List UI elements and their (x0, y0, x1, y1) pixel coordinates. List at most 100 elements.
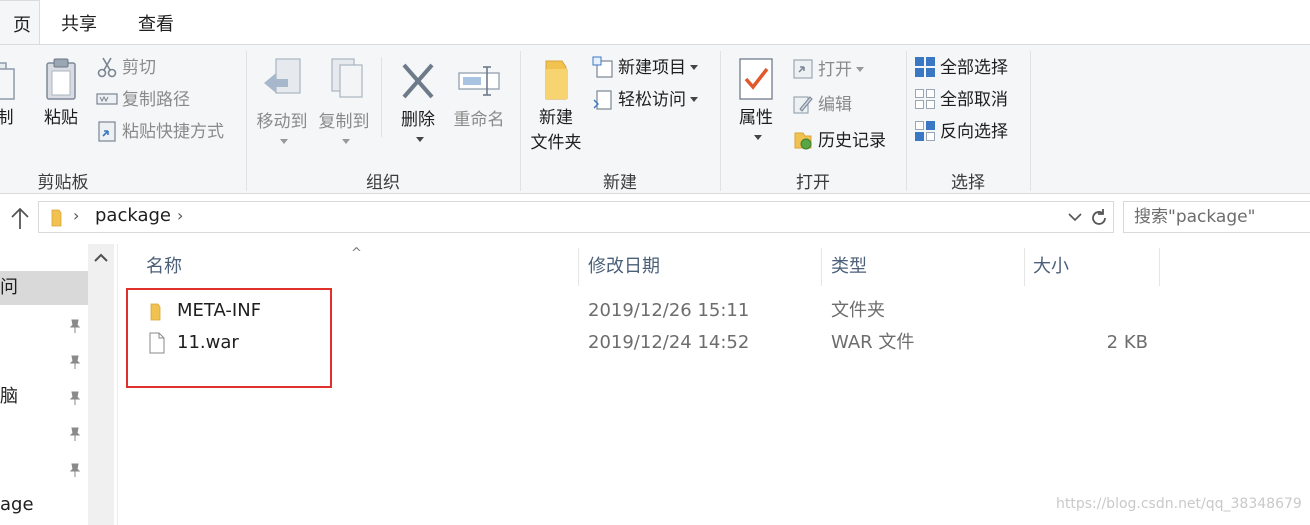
properties-button[interactable]: 属性 (728, 57, 784, 148)
column-header-size[interactable]: 大小 (1033, 244, 1069, 286)
new-folder-button[interactable]: 新建 文件夹 (526, 57, 586, 153)
paste-label: 粘贴 (44, 108, 78, 128)
edit-button[interactable]: 编辑 (792, 91, 852, 119)
copy-path-label: 复制路径 (122, 90, 190, 110)
easy-access-label: 轻松访问 (618, 90, 686, 110)
history-button[interactable]: 历史记录 (792, 127, 886, 155)
rename-icon (458, 66, 500, 96)
column-header-date[interactable]: 修改日期 (588, 244, 660, 286)
button-separator (381, 57, 382, 137)
pin-icon (69, 427, 81, 441)
edit-label: 编辑 (818, 95, 852, 115)
invert-selection-button[interactable]: 反向选择 (914, 118, 1008, 146)
organize-group-label: 组织 (366, 173, 400, 193)
pin-icon (69, 391, 81, 405)
chevron-up-icon (94, 253, 108, 262)
delete-button[interactable]: 删除 (393, 59, 443, 150)
pin-icon (69, 355, 81, 369)
new-folder-label-1: 新建 (539, 108, 573, 128)
chevron-down-icon[interactable] (1067, 211, 1083, 223)
easy-access-button[interactable]: 轻松访问 (592, 86, 698, 114)
nav-scrollbar[interactable] (88, 244, 114, 525)
file-size (1028, 295, 1148, 327)
new-item-label: 新建项目 (618, 58, 686, 78)
chevron-down-icon (280, 139, 288, 144)
column-separator[interactable] (1159, 248, 1160, 286)
file-date: 2019/12/26 15:11 (588, 300, 750, 321)
scissors-icon (97, 57, 117, 78)
pin-icon (69, 463, 81, 477)
column-separator[interactable] (578, 248, 579, 286)
scroll-up-button[interactable] (88, 244, 114, 272)
breadcrumb-package[interactable]: package (95, 205, 171, 226)
chevron-down-icon (416, 137, 424, 142)
copy-to-button[interactable]: 复制到 (314, 57, 374, 152)
column-header-type[interactable]: 类型 (831, 244, 867, 286)
address-row: › package › 搜索"package" (0, 195, 1310, 243)
invert-selection-icon (915, 121, 935, 141)
tab-view[interactable]: 查看 (138, 0, 174, 44)
chevron-down-icon (342, 139, 350, 144)
search-input[interactable]: 搜索"package" (1123, 201, 1310, 233)
watermark: https://blog.csdn.net/qq_38348679 (1056, 496, 1302, 512)
new-folder-icon (545, 60, 568, 100)
address-bar[interactable]: › package › (38, 201, 1114, 233)
column-separator[interactable] (821, 248, 822, 286)
tab-home[interactable]: 页 (0, 0, 40, 45)
file-type: 文件夹 (831, 300, 885, 321)
paste-shortcut-button[interactable]: 粘贴快捷方式 (96, 118, 224, 146)
delete-label: 删除 (401, 110, 435, 130)
tab-share[interactable]: 共享 (61, 0, 97, 44)
chevron-down-icon (690, 97, 698, 102)
up-arrow-icon[interactable] (8, 205, 32, 233)
ribbon: 制 粘贴 剪切 复制路径 粘贴快捷方式 剪贴板 移动到 复制到 删除 重命名 组… (0, 44, 1310, 194)
refresh-icon[interactable] (1088, 207, 1110, 229)
edit-icon (793, 96, 813, 114)
column-header-name[interactable]: 名称 (146, 244, 182, 286)
select-none-icon (915, 89, 935, 109)
clipboard-group-label: 剪贴板 (37, 173, 89, 193)
file-size: 2 KB (1106, 332, 1148, 353)
copy-path-button[interactable]: 复制路径 (96, 86, 190, 114)
chevron-down-icon (690, 65, 698, 70)
open-icon (793, 59, 813, 79)
move-to-button[interactable]: 移动到 (252, 57, 312, 152)
history-icon (794, 132, 812, 150)
copy-to-label: 复制到 (318, 112, 370, 132)
copy-path-icon (96, 93, 118, 105)
properties-label: 属性 (739, 108, 773, 128)
easy-access-icon (593, 90, 612, 110)
copy-button[interactable]: 制 (0, 59, 20, 128)
paste-button[interactable]: 粘贴 (38, 57, 84, 128)
select-all-icon (915, 57, 935, 77)
select-all-button[interactable]: 全部选择 (914, 54, 1008, 82)
sort-ascending-icon: ^ (351, 246, 362, 261)
nav-item-quick-access[interactable]: 问 (0, 271, 88, 305)
rename-button[interactable]: 重命名 (448, 59, 510, 130)
pin-icon (69, 319, 81, 333)
copy-to-icon (331, 58, 363, 98)
nav-item-package[interactable]: age (0, 488, 88, 522)
clipboard-icon (46, 58, 76, 100)
new-group-label: 新建 (603, 173, 637, 193)
breadcrumb-chevron-icon[interactable]: › (177, 206, 183, 225)
ribbon-tab-strip: 页 共享 查看 (0, 0, 1310, 45)
select-none-label: 全部取消 (940, 90, 1008, 110)
new-item-icon (592, 56, 613, 78)
move-to-icon (264, 58, 301, 94)
annotation-highlight-box (126, 288, 332, 388)
cut-label: 剪切 (122, 58, 156, 78)
new-item-button[interactable]: 新建项目 (592, 54, 698, 82)
open-label: 打开 (818, 60, 852, 80)
open-group-label: 打开 (796, 173, 830, 193)
cut-button[interactable]: 剪切 (96, 54, 156, 82)
column-separator[interactable] (1024, 248, 1025, 286)
properties-icon (739, 58, 773, 100)
select-group-label: 选择 (951, 173, 985, 193)
select-none-button[interactable]: 全部取消 (914, 86, 1008, 114)
open-button[interactable]: 打开 (792, 56, 864, 84)
file-list: ^ 名称 修改日期 类型 大小 META-INF 2019/12/26 15:1… (118, 244, 1310, 525)
paste-shortcut-label: 粘贴快捷方式 (122, 122, 224, 142)
file-date: 2019/12/24 14:52 (588, 332, 750, 353)
breadcrumb-chevron-icon[interactable]: › (73, 206, 79, 225)
